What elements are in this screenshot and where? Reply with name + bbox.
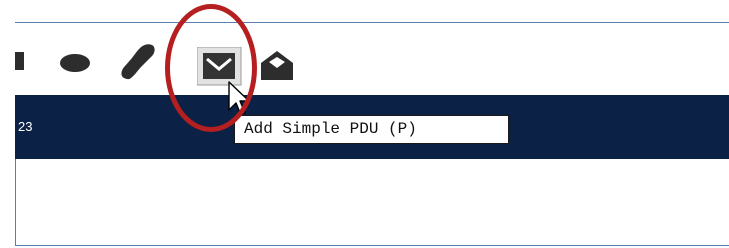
status-number: 23 <box>18 119 33 134</box>
highlight-circle <box>165 4 257 132</box>
tooltip: Add Simple PDU (P) <box>234 115 509 144</box>
open-envelope-icon[interactable] <box>258 49 298 83</box>
ellipse-tool-icon[interactable] <box>59 53 91 73</box>
freeform-tool-icon[interactable] <box>118 42 160 80</box>
square-tool-icon[interactable] <box>15 50 25 72</box>
toolbar <box>15 23 729 95</box>
